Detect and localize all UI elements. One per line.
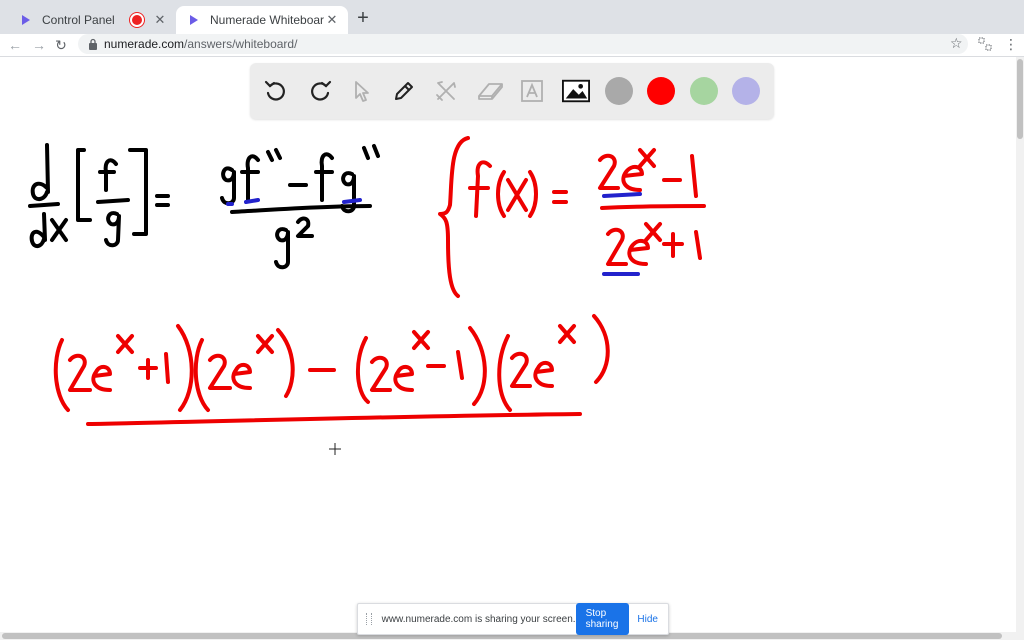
stop-sharing-button[interactable]: Stop sharing bbox=[575, 603, 630, 635]
undo-icon[interactable] bbox=[262, 77, 290, 105]
quotient-rule-ink bbox=[28, 143, 380, 270]
function-definition-ink bbox=[438, 136, 706, 298]
derivative-numerator-ink bbox=[53, 314, 610, 426]
scrollbar-thumb[interactable] bbox=[1017, 59, 1023, 139]
pen-icon[interactable] bbox=[390, 77, 418, 105]
text-icon[interactable] bbox=[518, 77, 546, 105]
whiteboard-toolbar bbox=[250, 63, 774, 119]
screen-sharing-bar: www.numerade.com is sharing your screen.… bbox=[357, 603, 669, 635]
tools-icon[interactable] bbox=[432, 77, 460, 105]
redo-icon[interactable] bbox=[306, 77, 334, 105]
color-swatch-green[interactable] bbox=[690, 77, 718, 105]
color-swatch-gray[interactable] bbox=[605, 77, 633, 105]
pointer-icon[interactable] bbox=[348, 77, 376, 105]
crosshair-cursor-icon bbox=[329, 443, 341, 455]
image-icon[interactable] bbox=[562, 77, 590, 105]
drag-handle-icon[interactable] bbox=[366, 613, 372, 625]
vertical-scrollbar[interactable] bbox=[1016, 57, 1024, 632]
eraser-icon[interactable] bbox=[476, 77, 504, 105]
hide-button[interactable]: Hide bbox=[637, 614, 658, 625]
color-swatch-purple[interactable] bbox=[732, 77, 760, 105]
sharing-message: www.numerade.com is sharing your screen. bbox=[381, 613, 576, 625]
color-swatch-red[interactable] bbox=[647, 77, 675, 105]
